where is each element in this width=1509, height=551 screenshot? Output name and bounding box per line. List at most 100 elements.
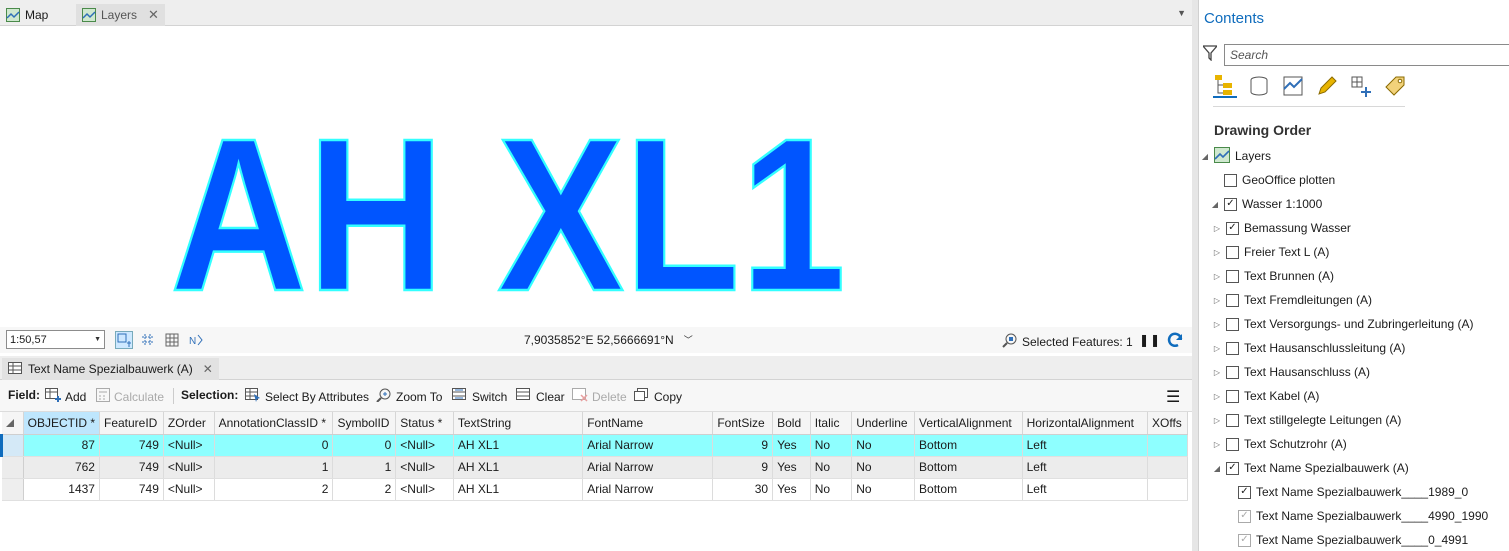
column-header[interactable]: Underline <box>851 412 916 435</box>
direction-icon[interactable]: N <box>187 331 205 349</box>
column-header[interactable]: XOffs <box>1147 412 1188 435</box>
layer-tree-item[interactable]: ✓ Text Name Spezialbauwerk____4990_1990 <box>1225 504 1488 528</box>
cell[interactable]: Left <box>1022 434 1149 457</box>
close-icon[interactable]: ✕ <box>148 7 159 23</box>
column-header[interactable]: SymbolID <box>332 412 397 435</box>
cell[interactable]: Yes <box>772 478 811 501</box>
layer-checkbox[interactable]: ✓ <box>1238 533 1251 547</box>
cell[interactable]: Arial Narrow <box>582 434 714 457</box>
cell[interactable]: No <box>851 434 916 457</box>
cell[interactable]: No <box>851 478 916 501</box>
column-header[interactable]: Bold <box>772 412 811 435</box>
cell[interactable]: <Null> <box>395 434 454 457</box>
row-header[interactable] <box>1 478 24 501</box>
drawing-order-icon[interactable] <box>1213 74 1237 98</box>
tab-map[interactable]: Map <box>0 4 54 26</box>
layer-checkbox[interactable] <box>1226 293 1239 307</box>
expand-arrow-icon[interactable]: ◢ <box>1211 200 1219 209</box>
cell[interactable]: 749 <box>99 434 164 457</box>
cell[interactable]: 9 <box>712 434 774 457</box>
collapse-arrow-icon[interactable]: ▷ <box>1213 272 1221 281</box>
cell[interactable]: 1437 <box>23 478 100 501</box>
collapse-arrow-icon[interactable]: ▷ <box>1213 368 1221 377</box>
cell[interactable]: <Null> <box>163 434 215 457</box>
scale-dropdown[interactable]: 1:50,57 ▼ <box>6 330 105 349</box>
cell[interactable]: Yes <box>772 456 811 479</box>
cell[interactable]: Arial Narrow <box>582 456 714 479</box>
layer-tree-item[interactable]: ▷ Text Versorgungs- und Zubringerleitung … <box>1213 312 1474 336</box>
layer-tree-item[interactable]: ▷ Text Kabel (A) <box>1213 384 1319 408</box>
cell[interactable]: Left <box>1022 478 1149 501</box>
column-header[interactable]: FeatureID <box>99 412 164 435</box>
cell[interactable]: Bottom <box>914 434 1023 457</box>
map-annotation-text[interactable]: AH XL1 <box>169 93 848 327</box>
collapse-arrow-icon[interactable]: ▷ <box>1213 320 1221 329</box>
table-grid-icon[interactable] <box>163 331 181 349</box>
collapse-arrow-icon[interactable]: ▷ <box>1213 224 1221 233</box>
layer-tree-item[interactable]: ▷ Text stillgelegte Leitungen (A) <box>1213 408 1402 432</box>
collapse-arrow-icon[interactable]: ▷ <box>1213 392 1221 401</box>
cell[interactable]: Bottom <box>914 456 1023 479</box>
cell[interactable]: 1 <box>214 456 334 479</box>
cell[interactable]: <Null> <box>163 478 215 501</box>
cell[interactable]: No <box>810 456 853 479</box>
labeling-icon[interactable] <box>1383 74 1407 98</box>
column-header[interactable]: TextString <box>453 412 584 435</box>
layer-checkbox[interactable]: ✓ <box>1238 509 1251 523</box>
filter-icon[interactable] <box>1201 45 1219 64</box>
layer-tree-item[interactable]: ✓ Text Name Spezialbauwerk____0_4991 <box>1225 528 1468 551</box>
selection-view-icon[interactable] <box>1281 74 1305 98</box>
layer-checkbox[interactable]: ✓ <box>1226 461 1239 475</box>
layer-checkbox[interactable]: ✓ <box>1224 197 1237 211</box>
pencil-icon[interactable] <box>1315 74 1339 98</box>
clear-selection-button[interactable]: Clear <box>516 388 565 405</box>
cell[interactable]: No <box>810 478 853 501</box>
layer-checkbox[interactable] <box>1226 413 1239 427</box>
column-header[interactable]: ZOrder <box>163 412 215 435</box>
column-header[interactable]: Status * <box>395 412 454 435</box>
collapse-arrow-icon[interactable]: ▷ <box>1213 344 1221 353</box>
cell[interactable]: 0 <box>214 434 334 457</box>
layer-tree-item[interactable]: ▷ Text Hausanschlussleitung (A) <box>1213 336 1406 360</box>
layer-tree-item[interactable]: GeoOffice plotten <box>1211 168 1335 192</box>
copy-button[interactable]: Copy <box>634 388 682 405</box>
cell[interactable]: 30 <box>712 478 774 501</box>
row-header[interactable] <box>0 434 24 457</box>
search-input[interactable]: Search <box>1224 44 1509 66</box>
calculate-button[interactable]: Calculate <box>96 388 164 405</box>
layer-checkbox[interactable]: ✓ <box>1238 485 1251 499</box>
layer-tree-item[interactable]: ▷ Freier Text L (A) <box>1213 240 1329 264</box>
layer-tree-item[interactable]: ▷ Text Hausanschluss (A) <box>1213 360 1370 384</box>
tab-layers[interactable]: Layers ✕ <box>76 4 165 26</box>
layer-checkbox[interactable] <box>1226 341 1239 355</box>
map-view[interactable]: AH XL1 <box>0 26 1192 327</box>
snapping-icon[interactable] <box>1349 74 1373 98</box>
coordinate-readout[interactable]: 7,9035852°E 52,5666691°N ﹀ <box>524 333 693 347</box>
cell[interactable]: AH XL1 <box>453 478 584 501</box>
layer-tree-item[interactable]: ▷ Text Schutzrohr (A) <box>1213 432 1347 456</box>
layer-checkbox[interactable] <box>1226 245 1239 259</box>
cell[interactable]: 762 <box>23 456 100 479</box>
layer-checkbox[interactable] <box>1226 389 1239 403</box>
cell[interactable]: 9 <box>712 456 774 479</box>
grid-snap-icon[interactable] <box>139 331 157 349</box>
cell[interactable]: 2 <box>332 478 397 501</box>
cell[interactable]: <Null> <box>395 456 454 479</box>
layer-tree-item[interactable]: ◢ Layers <box>1201 144 1271 168</box>
column-header[interactable]: VerticalAlignment <box>914 412 1023 435</box>
layer-tree-item[interactable]: ▷ Text Brunnen (A) <box>1213 264 1334 288</box>
cell[interactable]: Arial Narrow <box>582 478 714 501</box>
column-header[interactable]: AnnotationClassID * <box>214 412 334 435</box>
table-row[interactable]: 762 749 <Null> 1 1 <Null> AH XL1 Arial N… <box>1 456 1188 479</box>
cell[interactable]: 749 <box>99 478 164 501</box>
layer-tree-item[interactable]: ◢ ✓ Text Name Spezialbauwerk (A) <box>1213 456 1409 480</box>
layer-checkbox[interactable] <box>1226 269 1239 283</box>
chevron-down-icon[interactable]: ▼ <box>1177 8 1186 18</box>
tab-attribute-table[interactable]: Text Name Spezialbauwerk (A) ✕ <box>2 358 219 380</box>
data-source-icon[interactable] <box>1247 74 1271 98</box>
column-header[interactable]: OBJECTID * <box>23 412 100 435</box>
delete-button[interactable]: Delete <box>572 388 627 405</box>
cell[interactable]: <Null> <box>395 478 454 501</box>
expand-arrow-icon[interactable]: ◢ <box>1201 152 1209 161</box>
switch-selection-button[interactable]: Switch <box>452 388 507 405</box>
